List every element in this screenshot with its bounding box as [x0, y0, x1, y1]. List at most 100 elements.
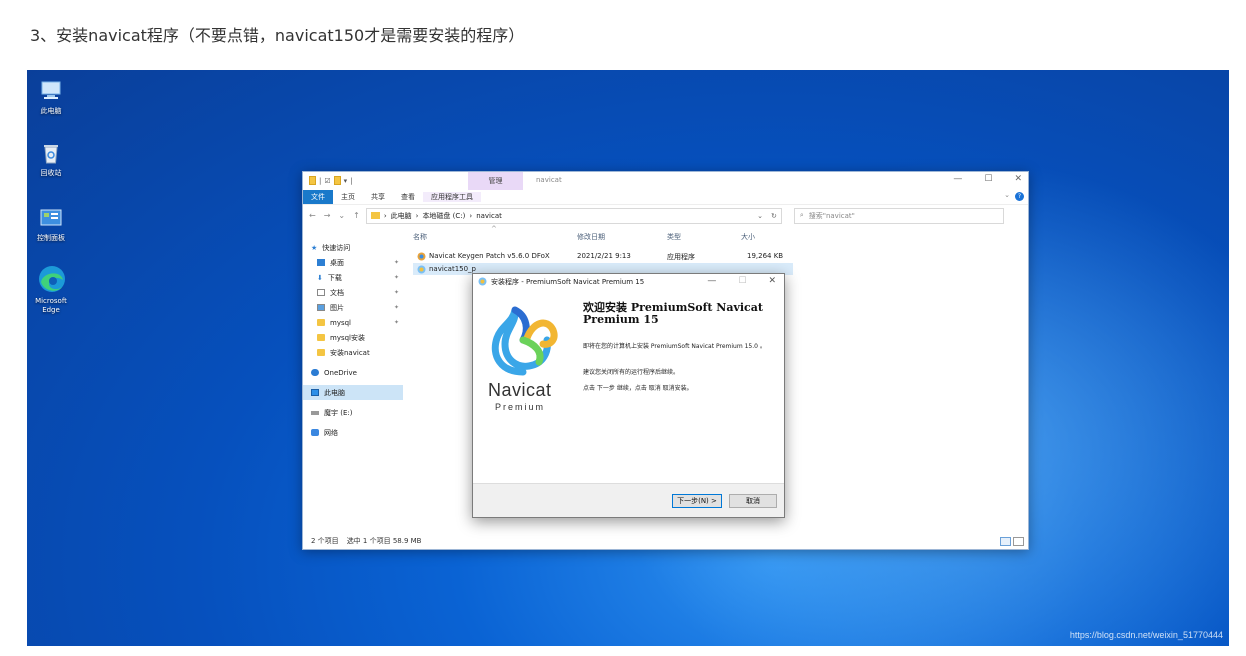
- cancel-button[interactable]: 取消: [729, 494, 777, 508]
- close-icon[interactable]: ✕: [1014, 174, 1022, 184]
- app-icon: [417, 252, 426, 263]
- pin-icon: ✦: [393, 289, 399, 296]
- search-icon: ⌕: [799, 211, 804, 219]
- desktop-icon-label: 回收站: [40, 169, 62, 177]
- breadcrumb-separator: ›: [415, 211, 419, 220]
- drive-icon: [311, 410, 319, 415]
- computer-icon: [311, 389, 319, 396]
- navigation-pane: ★ 快速访问 桌面 ✦ ⬇ 下载 ✦ 文档 ✦ 图片 ✦ mysql ✦ mys…: [303, 228, 403, 533]
- nav-label: 安装navicat: [330, 348, 370, 357]
- desktop-icon-edge[interactable]: Microsoft Edge: [27, 264, 75, 315]
- nav-pictures[interactable]: 图片 ✦: [303, 300, 403, 315]
- address-dropdown-icon[interactable]: ⌄: [757, 212, 763, 220]
- installer-icon: [417, 265, 426, 276]
- breadcrumb-drive[interactable]: 本地磁盘 (C:): [422, 211, 465, 221]
- desktop-icon-label: 控制面板: [37, 234, 65, 242]
- back-arrow-icon[interactable]: ←: [309, 211, 316, 220]
- nav-drive-e[interactable]: 魔宇 (E:): [303, 405, 403, 420]
- nav-onedrive[interactable]: OneDrive: [303, 365, 403, 380]
- breadcrumb-this-pc[interactable]: 此电脑: [391, 211, 412, 221]
- desktop-icon-label: Microsoft Edge: [35, 297, 67, 314]
- installer-titlebar[interactable]: 安装程序 - PremiumSoft Navicat Premium 15 — …: [473, 274, 784, 290]
- nav-arrows: ← → ⌄ ↑: [309, 211, 360, 220]
- brand-subtitle: Premium: [495, 402, 546, 412]
- file-date: 2021/2/21 9:13: [577, 252, 631, 260]
- explorer-titlebar[interactable]: | ☑ ▾ | 管理 navicat — ☐ ✕: [303, 172, 1028, 190]
- folder-icon: [370, 212, 380, 219]
- nav-mysql[interactable]: mysql ✦: [303, 315, 403, 330]
- view-buttons: [1000, 537, 1024, 546]
- installer-line-2: 建议您关闭所有的运行程序后继续。: [583, 369, 680, 376]
- nav-label: 图片: [330, 303, 344, 312]
- tab-manage[interactable]: 管理: [468, 172, 523, 190]
- maximize-icon[interactable]: ☐: [984, 174, 992, 184]
- column-header-type[interactable]: 类型: [667, 232, 681, 242]
- nav-label: 魔宇 (E:): [324, 408, 353, 417]
- tab-share[interactable]: 共享: [363, 192, 393, 202]
- quick-access-toolbar: | ☑ ▾ |: [309, 176, 353, 185]
- download-icon: ⬇: [317, 273, 323, 282]
- nav-mysql-install[interactable]: mysql安装: [303, 330, 403, 345]
- search-input[interactable]: ⌕ 搜索"navicat": [793, 207, 1004, 224]
- forward-arrow-icon[interactable]: →: [324, 211, 331, 220]
- tab-home[interactable]: 主页: [333, 192, 363, 202]
- refresh-icon[interactable]: ↻: [771, 212, 777, 220]
- nav-label: 此电脑: [324, 388, 345, 397]
- ribbon-tabs: 文件 主页 共享 查看 应用程序工具 ⌄ ?: [303, 190, 1028, 204]
- nav-network[interactable]: 网络: [303, 425, 403, 440]
- nav-label: 桌面: [330, 258, 344, 267]
- tab-file[interactable]: 文件: [303, 190, 333, 204]
- search-placeholder: 搜索"navicat": [808, 211, 855, 220]
- installer-app-icon: [478, 277, 487, 288]
- nav-label: mysql: [330, 318, 351, 327]
- address-bar[interactable]: › 此电脑 › 本地磁盘 (C:) › navicat ⌄ ↻: [365, 207, 782, 224]
- folder-icon: [317, 349, 325, 356]
- large-icons-view-icon[interactable]: [1013, 537, 1024, 546]
- up-arrow-icon[interactable]: ↑: [353, 211, 360, 220]
- nav-label: 快速访问: [322, 243, 351, 252]
- close-icon[interactable]: ✕: [768, 276, 776, 286]
- chevron-down-icon[interactable]: ⌄: [1004, 191, 1010, 199]
- properties-icon[interactable]: ☑: [324, 177, 330, 185]
- help-icon[interactable]: ?: [1015, 192, 1024, 201]
- nav-documents[interactable]: 文档 ✦: [303, 285, 403, 300]
- installer-window-controls: — ☐ ✕: [707, 276, 776, 286]
- document-icon: [317, 289, 325, 296]
- breadcrumb-separator: ›: [383, 211, 387, 220]
- pin-icon: ✦: [393, 259, 399, 266]
- folder-icon: [317, 334, 325, 341]
- next-button[interactable]: 下一步(N) >: [672, 494, 722, 508]
- minimize-icon[interactable]: —: [953, 174, 962, 184]
- network-icon: [311, 429, 319, 436]
- minimize-icon[interactable]: —: [707, 276, 716, 286]
- desktop-icon-control-panel[interactable]: 控制面板: [27, 205, 75, 243]
- new-folder-icon[interactable]: [333, 176, 341, 185]
- file-row[interactable]: Navicat Keygen Patch v5.6.0 DFoX 2021/2/…: [413, 250, 793, 262]
- breadcrumb-folder[interactable]: navicat: [476, 212, 502, 220]
- nav-quick-access[interactable]: ★ 快速访问: [303, 240, 403, 255]
- nav-label: 文档: [330, 288, 344, 297]
- installer-dialog[interactable]: 安装程序 - PremiumSoft Navicat Premium 15 — …: [472, 273, 785, 518]
- column-header-date[interactable]: 修改日期: [577, 232, 605, 242]
- nav-label: mysql安装: [330, 333, 365, 342]
- desktop-icon-this-pc[interactable]: 此电脑: [27, 78, 75, 116]
- nav-desktop[interactable]: 桌面 ✦: [303, 255, 403, 270]
- nav-this-pc[interactable]: 此电脑: [303, 385, 403, 400]
- folder-icon: [317, 319, 325, 326]
- details-view-icon[interactable]: [1000, 537, 1011, 546]
- dropdown-icon[interactable]: ▾: [344, 177, 348, 185]
- column-header-name[interactable]: 名称: [413, 232, 427, 242]
- desktop-icon-recycle-bin[interactable]: 回收站: [27, 140, 75, 178]
- nav-downloads[interactable]: ⬇ 下载 ✦: [303, 270, 403, 285]
- installer-title: 安装程序 - PremiumSoft Navicat Premium 15: [491, 278, 645, 286]
- desktop-folder-icon: [317, 259, 325, 266]
- column-header-size[interactable]: 大小: [741, 232, 755, 242]
- window-title: navicat: [536, 176, 562, 184]
- navicat-logo-icon: [491, 306, 558, 376]
- tab-view[interactable]: 查看: [393, 192, 423, 202]
- tab-app-tools[interactable]: 应用程序工具: [423, 192, 481, 202]
- cloud-icon: [311, 369, 319, 376]
- nav-navicat-install[interactable]: 安装navicat: [303, 345, 403, 360]
- recent-dropdown-icon[interactable]: ⌄: [338, 211, 345, 220]
- desktop-icon-label: 此电脑: [40, 107, 62, 115]
